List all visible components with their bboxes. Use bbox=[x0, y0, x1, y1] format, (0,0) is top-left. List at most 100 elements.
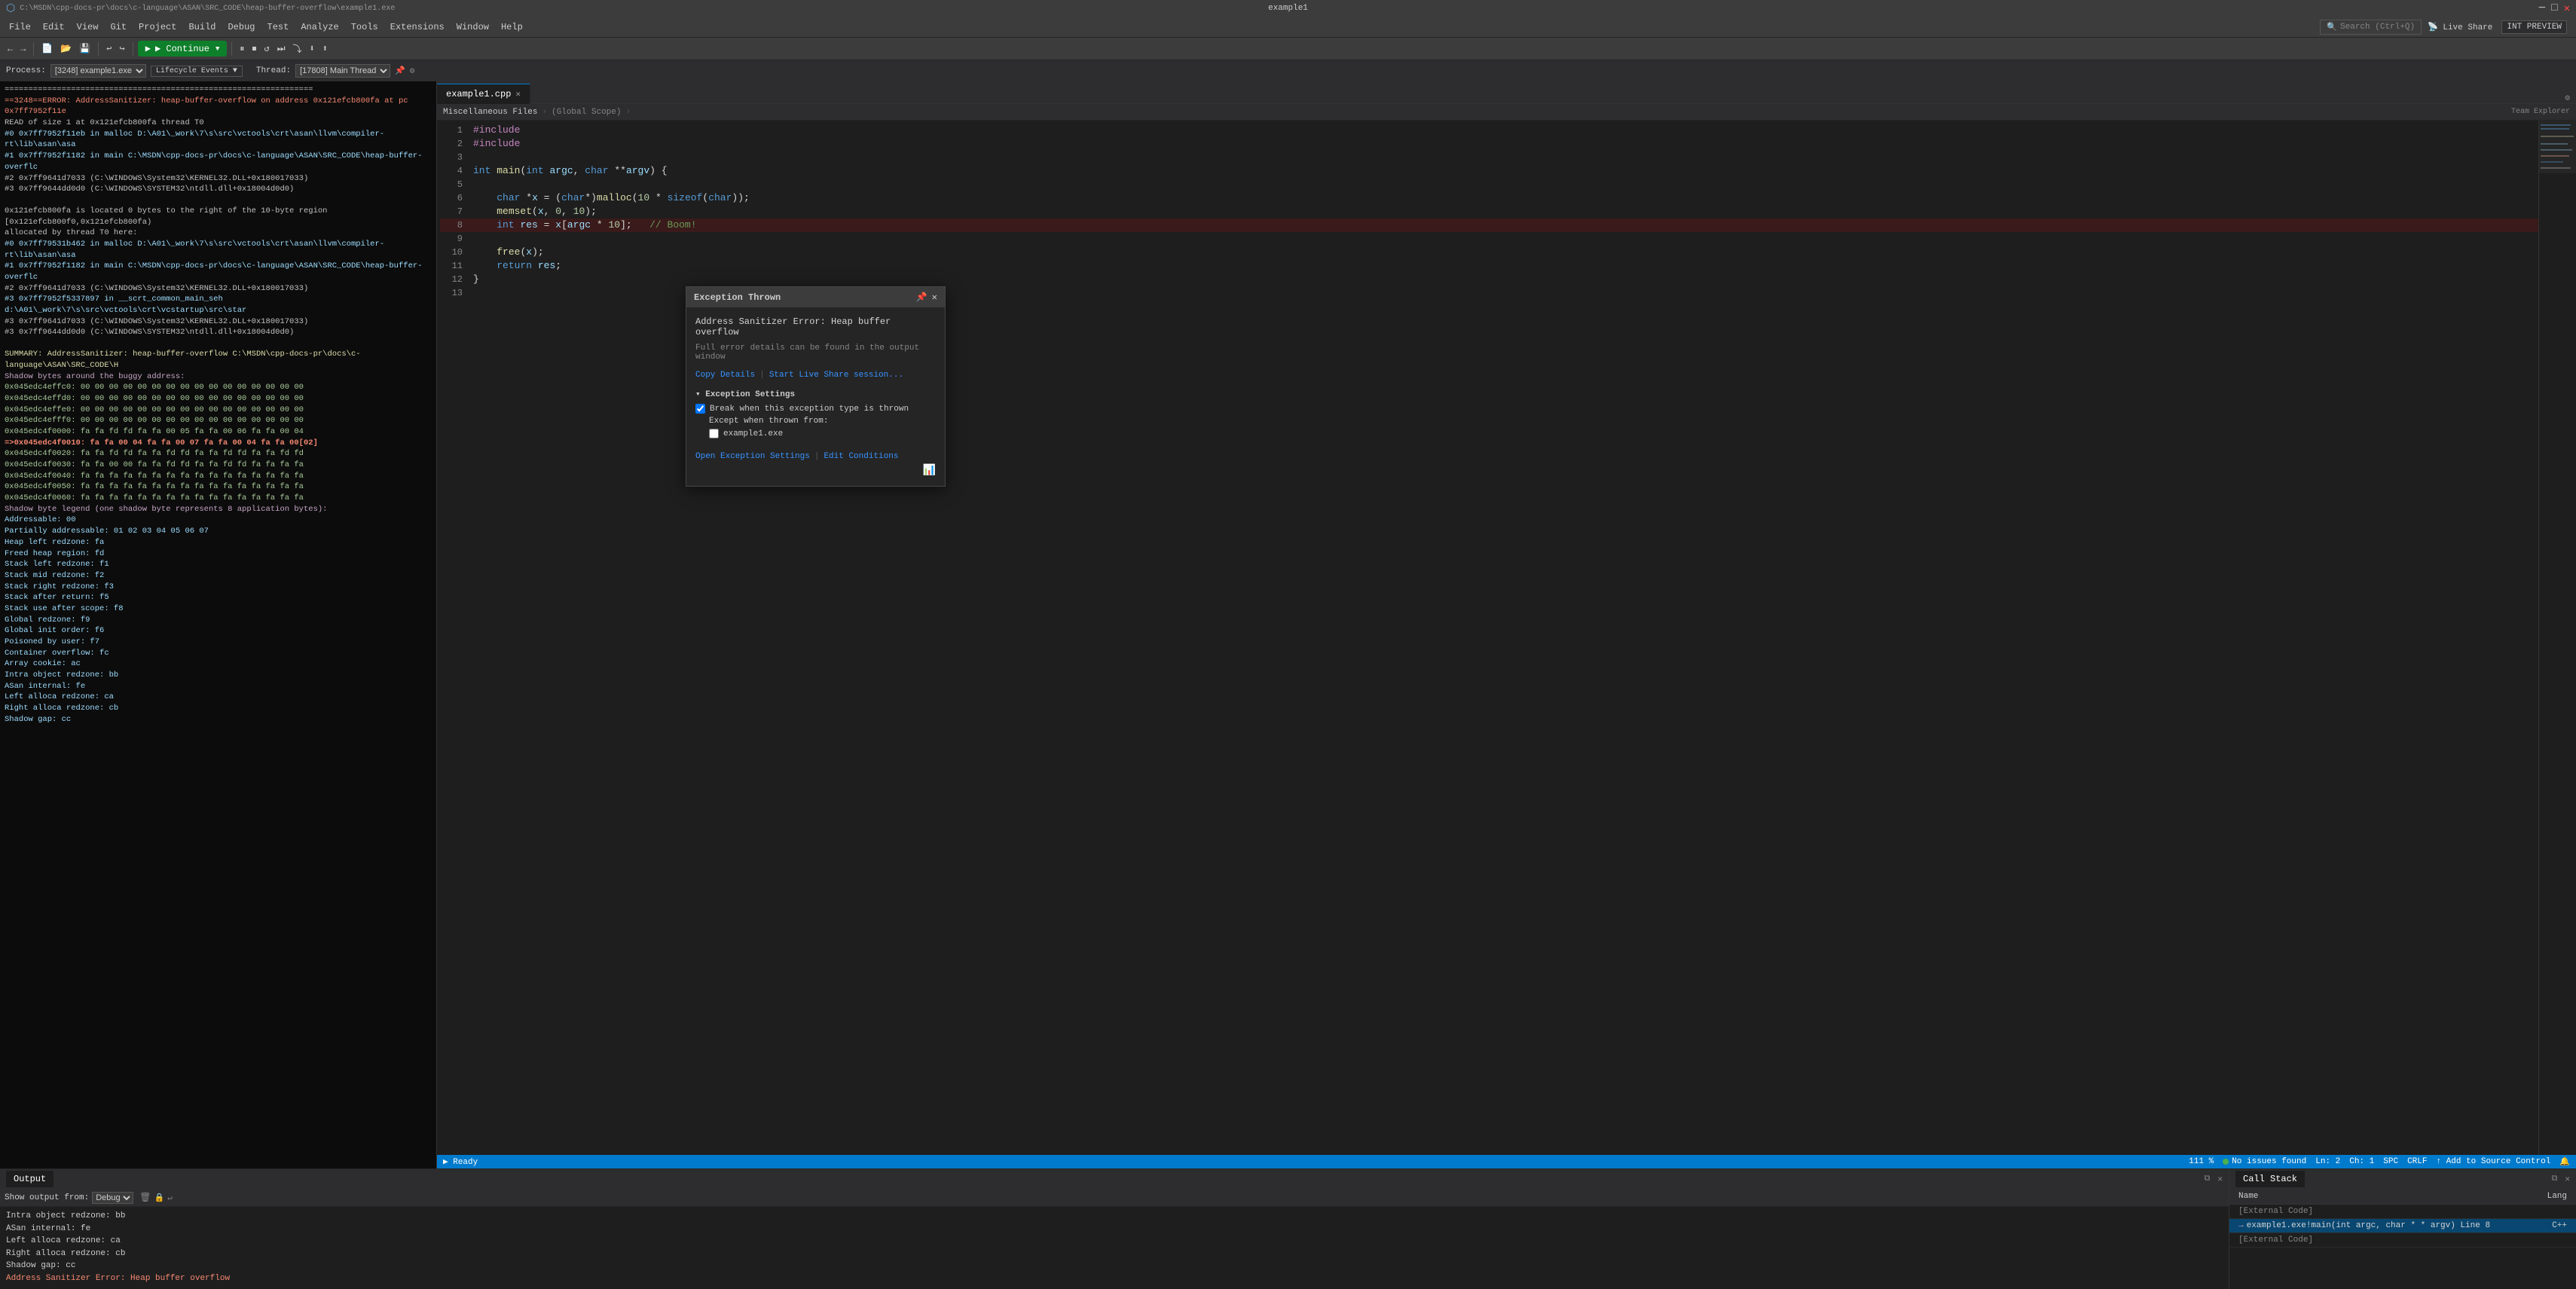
exception-except-label: Except when thrown from: bbox=[709, 417, 828, 426]
settings-icon[interactable]: ⚙ bbox=[410, 66, 415, 76]
breadcrumb-scope[interactable]: (Global Scope) bbox=[552, 108, 621, 117]
settings-gear-icon[interactable]: ⚙ bbox=[2565, 93, 2570, 103]
toolbar-open-btn[interactable]: 📂 bbox=[57, 41, 75, 56]
continue-button[interactable]: ▶ ▶ Continue ▼ bbox=[138, 41, 228, 57]
tab-output[interactable]: Output bbox=[6, 1171, 53, 1187]
line-number-7: 7 bbox=[440, 205, 470, 218]
continue-dropdown-icon[interactable]: ▼ bbox=[215, 45, 219, 53]
callstack-table[interactable]: [External Code] → example1.exe!main(int … bbox=[2229, 1205, 2576, 1289]
toolbar-forward-btn[interactable]: → bbox=[17, 42, 29, 56]
callstack-row-external1[interactable]: [External Code] bbox=[2229, 1205, 2576, 1219]
exception-checkbox2[interactable] bbox=[709, 429, 719, 438]
menu-help[interactable]: Help bbox=[495, 19, 529, 35]
menu-project[interactable]: Project bbox=[133, 19, 182, 35]
menu-test[interactable]: Test bbox=[261, 19, 295, 35]
pin-icon: 📌 bbox=[395, 66, 405, 76]
callstack-float-icon[interactable]: ⧉ bbox=[2552, 1174, 2558, 1184]
line-number-status[interactable]: Ln: 2 bbox=[2315, 1157, 2340, 1166]
tab-callstack[interactable]: Call Stack bbox=[2235, 1171, 2305, 1187]
menu-analyze[interactable]: Analyze bbox=[295, 19, 344, 35]
zoom-level[interactable]: 111 % bbox=[2189, 1157, 2214, 1166]
panel-float-icon[interactable]: ⧉ bbox=[2205, 1174, 2211, 1184]
tab-label: example1.cpp bbox=[446, 89, 511, 99]
minimap[interactable] bbox=[2538, 121, 2576, 1155]
encoding-status[interactable]: CRLF bbox=[2407, 1157, 2427, 1166]
search-box[interactable]: 🔍 Search (Ctrl+Q) bbox=[2320, 20, 2422, 35]
terminal-line: 0x045edc4f0020: fa fa fd fd fa fa fd fd … bbox=[5, 448, 432, 460]
lifecycle-arrow: ▼ bbox=[233, 67, 237, 75]
editor-options[interactable]: ⚙ bbox=[2559, 93, 2576, 104]
lifecycle-btn[interactable]: Lifecycle Events ▼ bbox=[151, 66, 243, 77]
menu-file[interactable]: File bbox=[3, 19, 37, 35]
tab-example1cpp[interactable]: example1.cpp ✕ bbox=[437, 84, 530, 104]
menu-edit[interactable]: Edit bbox=[37, 19, 71, 35]
output-toolbar: Show output from: Debug 🗑 🔒 ↵ bbox=[0, 1189, 2229, 1207]
breadcrumb-files[interactable]: Miscellaneous Files bbox=[443, 108, 537, 117]
menu-extensions[interactable]: Extensions bbox=[384, 19, 451, 35]
exception-checkbox1[interactable] bbox=[695, 404, 705, 414]
exception-close-icon[interactable]: ✕ bbox=[932, 292, 937, 303]
ready-status: ▶ Ready bbox=[443, 1156, 478, 1167]
process-select[interactable]: [3248] example1.exe bbox=[50, 64, 146, 78]
edit-conditions-link[interactable]: Edit Conditions bbox=[824, 452, 898, 461]
minimize-button[interactable]: ─ bbox=[2539, 2, 2545, 14]
output-source-select[interactable]: Debug bbox=[92, 1192, 133, 1204]
toolbar-undo-btn[interactable]: ↩ bbox=[103, 41, 115, 56]
col-number-status[interactable]: Ch: 1 bbox=[2349, 1157, 2374, 1166]
exception-checkbox2-label: example1.exe bbox=[723, 429, 783, 438]
notification-icon[interactable]: 🔔 bbox=[2559, 1156, 2570, 1167]
exception-chart-area: 📊 bbox=[695, 464, 936, 477]
menu-debug[interactable]: Debug bbox=[222, 19, 261, 35]
open-exception-settings-link[interactable]: Open Exception Settings bbox=[695, 452, 810, 461]
output-content[interactable]: Intra object redzone: bb ASan internal: … bbox=[0, 1207, 2229, 1289]
toolbar-new-btn[interactable]: 📄 bbox=[38, 41, 56, 56]
menu-tools[interactable]: Tools bbox=[345, 19, 384, 35]
toolbar-step-out[interactable]: ⬆ bbox=[319, 41, 331, 56]
terminal-line: =>0x045edc4f0010: fa fa 00 04 fa fa 00 0… bbox=[5, 438, 432, 449]
terminal-line: #3 0x7ff9641d7033 (C:\WINDOWS\System32\K… bbox=[5, 316, 432, 328]
callstack-lang-external2 bbox=[2532, 1239, 2570, 1241]
output-lock-icon[interactable]: 🔒 bbox=[154, 1193, 164, 1203]
maximize-button[interactable]: □ bbox=[2551, 2, 2557, 14]
toolbar-debug-btn2[interactable]: ⏹ bbox=[249, 42, 259, 56]
add-to-source-control[interactable]: ↑ Add to Source Control bbox=[2436, 1157, 2550, 1166]
spaces-status[interactable]: SPC bbox=[2383, 1157, 2398, 1166]
toolbar-step-into[interactable]: ⬇ bbox=[307, 41, 318, 56]
thread-select[interactable]: [17808] Main Thread bbox=[295, 64, 390, 78]
no-issues-label: No issues found bbox=[2232, 1157, 2306, 1166]
terminal-line: Shadow bytes around the buggy address: bbox=[5, 371, 432, 383]
toolbar-redo-btn[interactable]: ↪ bbox=[117, 41, 128, 56]
callstack-row-external2[interactable]: [External Code] bbox=[2229, 1233, 2576, 1248]
callstack-row-main[interactable]: → example1.exe!main(int argc, char * * a… bbox=[2229, 1219, 2576, 1233]
menu-view[interactable]: View bbox=[71, 19, 105, 35]
exception-title: Exception Thrown bbox=[694, 292, 781, 303]
tab-close-icon[interactable]: ✕ bbox=[515, 89, 521, 99]
exception-settings-title[interactable]: ▾ Exception Settings bbox=[695, 389, 936, 399]
toolbar-debug-stop[interactable]: ⏭ bbox=[274, 42, 289, 56]
output-panel: Output ⧉ ✕ Show output from: Debug 🗑 🔒 ↵… bbox=[0, 1169, 2229, 1289]
toolbar-debug-btn1[interactable]: ⏸ bbox=[237, 42, 247, 56]
toolbar-step-over[interactable]: ⤵ bbox=[290, 41, 305, 57]
copy-details-link[interactable]: Copy Details bbox=[695, 371, 755, 380]
exception-pin-icon[interactable]: 📌 bbox=[916, 292, 927, 303]
output-clear-icon[interactable]: 🗑 bbox=[139, 1192, 151, 1203]
close-button[interactable]: ✕ bbox=[2564, 2, 2570, 15]
menu-window[interactable]: Window bbox=[451, 19, 495, 35]
panel-close-icon[interactable]: ✕ bbox=[2217, 1174, 2223, 1184]
chart-icon: 📊 bbox=[923, 464, 936, 477]
continue-label: ▶ Continue bbox=[155, 43, 209, 54]
terminal-line: READ of size 1 at 0x121efcb800fa thread … bbox=[5, 118, 432, 129]
main-area: ========================================… bbox=[0, 81, 2576, 1168]
menu-git[interactable]: Git bbox=[104, 19, 133, 35]
callstack-close-icon[interactable]: ✕ bbox=[2565, 1174, 2570, 1184]
live-share-button[interactable]: 📡 Live Share bbox=[2428, 22, 2492, 32]
menu-build[interactable]: Build bbox=[182, 19, 222, 35]
terminal-panel[interactable]: ========================================… bbox=[0, 81, 437, 1168]
toolbar-debug-restart[interactable]: ↺ bbox=[261, 41, 272, 56]
code-editor[interactable]: 1#include 2#include 34int main(int argc,… bbox=[437, 121, 2576, 1155]
callstack-name-external1: [External Code] bbox=[2235, 1206, 2532, 1217]
output-wrap-icon[interactable]: ↵ bbox=[167, 1193, 173, 1203]
toolbar-save-btn[interactable]: 💾 bbox=[76, 41, 93, 56]
live-share-session-link[interactable]: Start Live Share session... bbox=[769, 371, 903, 380]
toolbar-back-btn[interactable]: ← bbox=[5, 42, 16, 56]
